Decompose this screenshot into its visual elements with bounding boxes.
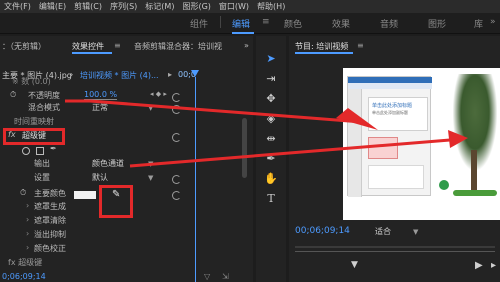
annotation-arrow	[65, 99, 468, 168]
